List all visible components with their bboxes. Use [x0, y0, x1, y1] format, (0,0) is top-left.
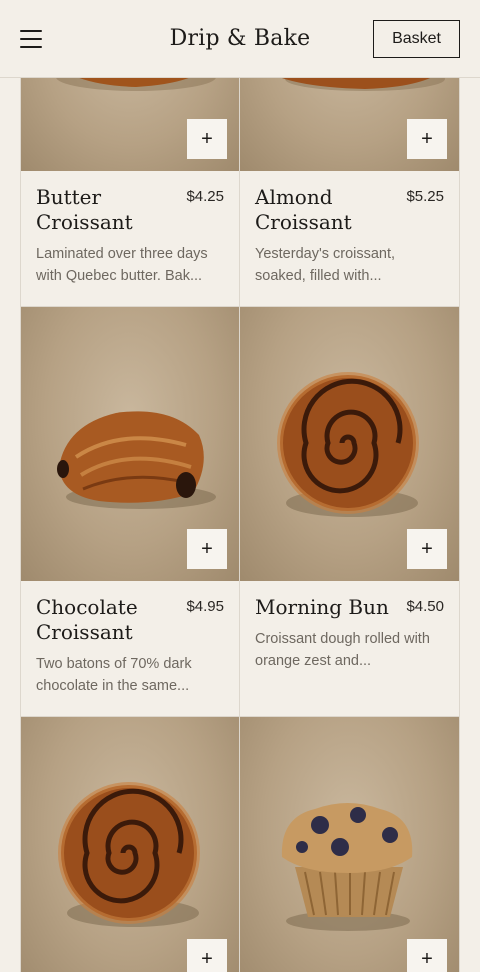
product-price: $4.95	[186, 598, 224, 615]
product-image: +	[21, 307, 239, 581]
morning-bun-icon	[58, 782, 200, 927]
hamburger-menu-icon[interactable]	[20, 29, 42, 48]
add-to-basket-button[interactable]: +	[407, 119, 447, 159]
product-description: Two batons of 70% dark chocolate in the …	[36, 656, 192, 694]
product-name: Chocolate Croissant	[36, 595, 138, 644]
product-image: +	[240, 307, 459, 581]
blueberry-muffin-icon	[281, 803, 413, 931]
top-bar: Drip & Bake Basket	[0, 0, 480, 78]
product-description: Yesterday's croissant, soaked, filled wi…	[255, 246, 396, 284]
product-info: Almond Croissant $5.25 Yesterday's crois…	[240, 171, 459, 306]
product-card[interactable]: + Morning Bun $4.50 Croissant dough roll…	[240, 307, 460, 717]
brand-title: Drip & Bake	[169, 26, 311, 51]
product-price: $5.25	[406, 188, 444, 205]
product-price: $4.25	[186, 188, 224, 205]
add-to-basket-button[interactable]: +	[407, 939, 447, 972]
product-name: Almond Croissant	[255, 185, 352, 234]
product-card[interactable]: +	[240, 717, 460, 972]
product-info: Morning Bun $4.50 Croissant dough rolled…	[240, 581, 459, 716]
product-info: Butter Croissant $4.25 Laminated over th…	[21, 171, 239, 306]
add-to-basket-button[interactable]: +	[407, 529, 447, 569]
product-description: Laminated over three days with Quebec bu…	[36, 246, 208, 284]
product-price: $4.50	[406, 598, 444, 615]
add-to-basket-button[interactable]: +	[187, 939, 227, 972]
product-image: +	[21, 717, 239, 972]
product-card[interactable]: +	[20, 717, 240, 972]
basket-button[interactable]: Basket	[373, 19, 460, 58]
add-to-basket-button[interactable]: +	[187, 119, 227, 159]
product-image: +	[240, 717, 459, 972]
product-name: Morning Bun	[255, 595, 389, 619]
product-card[interactable]: + Chocolate Croissant $4.95 Two batons o…	[20, 307, 240, 717]
product-name: Butter Croissant	[36, 185, 133, 234]
product-grid: + Butter Croissant $4.25 Laminated over …	[20, 0, 460, 972]
add-to-basket-button[interactable]: +	[187, 529, 227, 569]
product-info: Chocolate Croissant $4.95 Two batons of …	[21, 581, 239, 716]
product-description: Croissant dough rolled with orange zest …	[255, 631, 430, 669]
